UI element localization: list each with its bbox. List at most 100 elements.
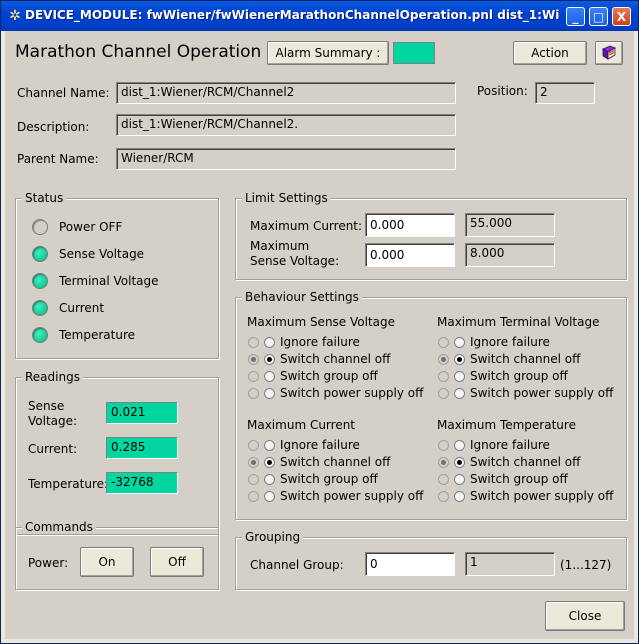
max-current-input[interactable] — [365, 213, 455, 237]
channel-group-value: 1 — [465, 552, 555, 576]
radio-indicator — [438, 457, 449, 468]
behaviour-settings-title: Behaviour Settings — [242, 290, 362, 304]
radio-button[interactable] — [264, 337, 275, 348]
radio-indicator — [438, 491, 449, 502]
window: ✲ DEVICE_MODULE: fwWiener/fwWienerMarath… — [0, 0, 639, 644]
commands-group: Commands Power: On Off — [15, 520, 219, 590]
channel-group-label: Channel Group: — [250, 558, 344, 572]
radio-indicator — [438, 440, 449, 451]
book-icon — [602, 45, 616, 60]
radio-indicator — [248, 474, 259, 485]
option-label: Ignore failure — [470, 335, 550, 349]
option-label: Switch channel off — [470, 352, 581, 366]
status-label-current: Current — [59, 301, 105, 315]
help-book-button[interactable] — [595, 41, 623, 65]
parent-name-field: Wiener/RCM — [116, 148, 456, 170]
option-label: Ignore failure — [280, 335, 360, 349]
behaviour-settings-group: Behaviour Settings Maximum Sense Voltage… — [235, 290, 627, 520]
option-label: Switch power supply off — [470, 386, 614, 400]
close-button[interactable]: Close — [545, 601, 625, 631]
close-window-button[interactable]: X — [612, 7, 631, 26]
status-label-terminal-voltage: Terminal Voltage — [59, 274, 159, 288]
max-current-value: 55.000 — [465, 213, 555, 237]
radio-button[interactable] — [264, 457, 275, 468]
position-label: Position: — [477, 84, 528, 98]
position-field: 2 — [535, 82, 595, 104]
radio-indicator — [248, 457, 259, 468]
grouping-title: Grouping — [242, 530, 304, 544]
readings-group: Readings Sense Voltage: 0.021 Current: 0… — [15, 370, 219, 535]
power-off-button[interactable]: Off — [150, 547, 204, 577]
option-label: Switch channel off — [280, 352, 391, 366]
radio-button[interactable] — [454, 474, 465, 485]
max-temperature-behaviour-title: Maximum Temperature — [437, 418, 576, 432]
radio-indicator — [248, 388, 259, 399]
radio-button[interactable] — [264, 474, 275, 485]
sense-voltage-label-2: Voltage: — [28, 414, 78, 428]
radio-indicator — [248, 337, 259, 348]
option-label: Ignore failure — [280, 438, 360, 452]
temperature-led — [32, 327, 48, 343]
maximize-button[interactable]: □ — [589, 7, 608, 26]
radio-button[interactable] — [454, 491, 465, 502]
current-reading-label: Current: — [28, 442, 78, 456]
radio-indicator — [438, 371, 449, 382]
commands-group-title: Commands — [22, 520, 96, 534]
power-label: Power: — [28, 556, 69, 570]
radio-indicator — [248, 354, 259, 365]
max-sense-voltage-input[interactable] — [365, 243, 455, 267]
radio-indicator — [248, 440, 259, 451]
alarm-summary-button[interactable]: Alarm Summary : — [267, 41, 389, 65]
channel-name-field: dist_1:Wiener/RCM/Channel2 — [116, 82, 456, 104]
power-on-button[interactable]: On — [80, 547, 134, 577]
page-title: Marathon Channel Operation — [15, 42, 262, 62]
window-title: DEVICE_MODULE: fwWiener/fwWienerMarathon… — [25, 8, 560, 22]
grouping-group: Grouping Channel Group: 1 (1...127) — [235, 530, 627, 590]
radio-button[interactable] — [454, 354, 465, 365]
radio-button[interactable] — [264, 388, 275, 399]
radio-indicator — [248, 491, 259, 502]
radio-indicator — [438, 354, 449, 365]
channel-group-input[interactable] — [365, 552, 455, 576]
option-label: Switch group off — [280, 472, 378, 486]
max-sense-voltage-value: 8.000 — [465, 243, 555, 267]
sense-voltage-led — [32, 246, 48, 262]
option-label: Ignore failure — [470, 438, 550, 452]
radio-button[interactable] — [454, 440, 465, 451]
max-current-label: Maximum Current: — [250, 219, 363, 233]
parent-name-label: Parent Name: — [17, 152, 99, 166]
current-reading: 0.285 — [106, 437, 178, 459]
option-label: Switch group off — [470, 369, 568, 383]
option-label: Switch channel off — [280, 455, 391, 469]
radio-button[interactable] — [454, 388, 465, 399]
power-off-led — [32, 219, 48, 235]
radio-button[interactable] — [264, 371, 275, 382]
status-group: Status Power OFF Sense Voltage Terminal … — [15, 191, 219, 359]
panel: Marathon Channel Operation Alarm Summary… — [5, 31, 634, 639]
radio-indicator — [248, 371, 259, 382]
option-label: Switch power supply off — [280, 489, 424, 503]
gear-icon: ✲ — [9, 8, 21, 24]
minimize-button[interactable]: _ — [566, 7, 585, 26]
max-sense-label-2: Sense Voltage: — [250, 254, 340, 268]
option-label: Switch power supply off — [470, 489, 614, 503]
radio-button[interactable] — [264, 491, 275, 502]
max-sense-voltage-behaviour-title: Maximum Sense Voltage — [247, 315, 396, 329]
radio-button[interactable] — [454, 337, 465, 348]
radio-indicator — [438, 337, 449, 348]
radio-button[interactable] — [264, 440, 275, 451]
option-label: Switch channel off — [470, 455, 581, 469]
temperature-reading-label: Temperature: — [28, 477, 109, 491]
max-current-behaviour-title: Maximum Current — [247, 418, 356, 432]
option-label: Switch group off — [470, 472, 568, 486]
limit-settings-group: Limit Settings Maximum Current: 55.000 M… — [235, 191, 627, 280]
readings-group-title: Readings — [22, 370, 83, 384]
title-bar[interactable]: ✲ DEVICE_MODULE: fwWiener/fwWienerMarath… — [1, 1, 638, 31]
status-label-sense-voltage: Sense Voltage — [59, 247, 145, 261]
radio-button[interactable] — [264, 354, 275, 365]
radio-indicator — [438, 474, 449, 485]
radio-button[interactable] — [454, 371, 465, 382]
alarm-indicator — [393, 42, 435, 64]
radio-button[interactable] — [454, 457, 465, 468]
action-button[interactable]: Action — [513, 41, 587, 65]
